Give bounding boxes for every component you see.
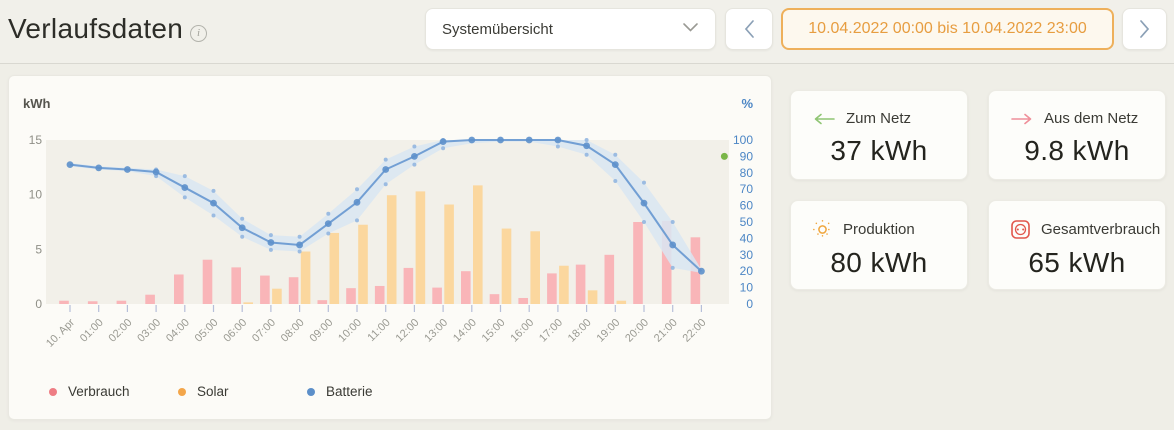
svg-text:kWh: kWh [23, 96, 51, 111]
card-value: 65 kWh [989, 247, 1165, 279]
sun-icon [813, 220, 832, 239]
svg-text:40: 40 [740, 231, 754, 245]
svg-text:0: 0 [35, 297, 42, 311]
svg-text:10: 10 [29, 188, 43, 202]
svg-text:17:00: 17:00 [537, 317, 565, 345]
svg-text:16:00: 16:00 [508, 317, 536, 345]
svg-text:0: 0 [746, 297, 753, 311]
svg-text:19:00: 19:00 [594, 317, 622, 345]
svg-text:05:00: 05:00 [193, 317, 221, 345]
arrow-right-icon [1011, 113, 1033, 125]
chart-legend: Verbrauch Solar Batterie [49, 384, 436, 399]
history-chart[interactable]: kWh%051015010203040506070809010010. Apr0… [9, 76, 773, 376]
svg-text:5: 5 [35, 242, 42, 256]
prev-period-button[interactable] [725, 8, 773, 50]
card-value: 37 kWh [791, 135, 967, 167]
card-label: Zum Netz [846, 110, 911, 127]
view-selector-dropdown[interactable]: Systemübersicht [425, 8, 716, 50]
svg-text:100: 100 [733, 133, 753, 147]
chevron-down-icon [682, 20, 699, 38]
svg-text:50: 50 [740, 215, 754, 229]
card-value: 9.8 kWh [989, 135, 1165, 167]
card-label: Aus dem Netz [1044, 110, 1138, 127]
view-selector-value: Systemübersicht [442, 21, 553, 38]
svg-text:21:00: 21:00 [652, 317, 680, 345]
svg-text:15: 15 [29, 133, 43, 147]
card-label: Produktion [843, 221, 915, 238]
svg-text:04:00: 04:00 [164, 317, 192, 345]
svg-text:07:00: 07:00 [250, 317, 278, 345]
next-period-button[interactable] [1122, 8, 1167, 50]
card-zum-netz[interactable]: Zum Netz 37 kWh [790, 90, 968, 180]
legend-label: Solar [197, 384, 229, 399]
info-icon[interactable]: i [190, 25, 207, 42]
card-produktion[interactable]: Produktion 80 kWh [790, 200, 968, 290]
svg-text:13:00: 13:00 [422, 317, 450, 345]
legend-item-solar[interactable]: Solar [178, 384, 307, 399]
legend-item-verbrauch[interactable]: Verbrauch [49, 384, 178, 399]
card-aus-dem-netz[interactable]: Aus dem Netz 9.8 kWh [988, 90, 1166, 180]
legend-item-batterie[interactable]: Batterie [307, 384, 436, 399]
svg-text:06:00: 06:00 [221, 317, 249, 345]
svg-text:10: 10 [740, 281, 754, 295]
svg-text:90: 90 [740, 149, 754, 163]
svg-text:14:00: 14:00 [451, 317, 479, 345]
svg-text:12:00: 12:00 [394, 317, 422, 345]
svg-text:20: 20 [740, 264, 754, 278]
svg-text:09:00: 09:00 [307, 317, 335, 345]
svg-text:01:00: 01:00 [78, 317, 106, 345]
chevron-right-icon [1138, 19, 1151, 39]
header: Verlaufsdaten i Systemübersicht 10.04.20… [0, 0, 1174, 64]
svg-text:%: % [741, 96, 753, 111]
batterie-dot-icon [307, 388, 315, 396]
svg-text:10. Apr: 10. Apr [44, 316, 77, 349]
svg-text:15:00: 15:00 [480, 317, 508, 345]
page-title: Verlaufsdaten [8, 13, 183, 45]
svg-text:10:00: 10:00 [336, 317, 364, 345]
svg-text:60: 60 [740, 199, 754, 213]
svg-text:08:00: 08:00 [279, 317, 307, 345]
svg-text:80: 80 [740, 166, 754, 180]
svg-text:11:00: 11:00 [365, 317, 392, 344]
socket-icon [1011, 220, 1030, 239]
history-chart-card: kWh%051015010203040506070809010010. Apr0… [8, 75, 772, 420]
svg-text:22:00: 22:00 [681, 317, 709, 345]
card-label: Gesamtverbrauch [1041, 221, 1160, 238]
svg-text:03:00: 03:00 [135, 317, 163, 345]
svg-text:18:00: 18:00 [566, 317, 594, 345]
svg-text:02:00: 02:00 [107, 317, 135, 345]
legend-label: Batterie [326, 384, 373, 399]
card-gesamtverbrauch[interactable]: Gesamtverbrauch 65 kWh [988, 200, 1166, 290]
chevron-left-icon [743, 19, 756, 39]
date-range-label: 10.04.2022 00:00 bis 10.04.2022 23:00 [808, 20, 1086, 38]
date-range-button[interactable]: 10.04.2022 00:00 bis 10.04.2022 23:00 [781, 8, 1114, 50]
solar-dot-icon [178, 388, 186, 396]
svg-text:70: 70 [740, 182, 754, 196]
card-value: 80 kWh [791, 247, 967, 279]
stat-cards: Zum Netz 37 kWh Aus dem Netz 9.8 kWh Pro… [790, 90, 1166, 290]
svg-text:30: 30 [740, 248, 754, 262]
legend-label: Verbrauch [68, 384, 130, 399]
verbrauch-dot-icon [49, 388, 57, 396]
arrow-left-icon [813, 113, 835, 125]
svg-text:20:00: 20:00 [623, 317, 651, 345]
